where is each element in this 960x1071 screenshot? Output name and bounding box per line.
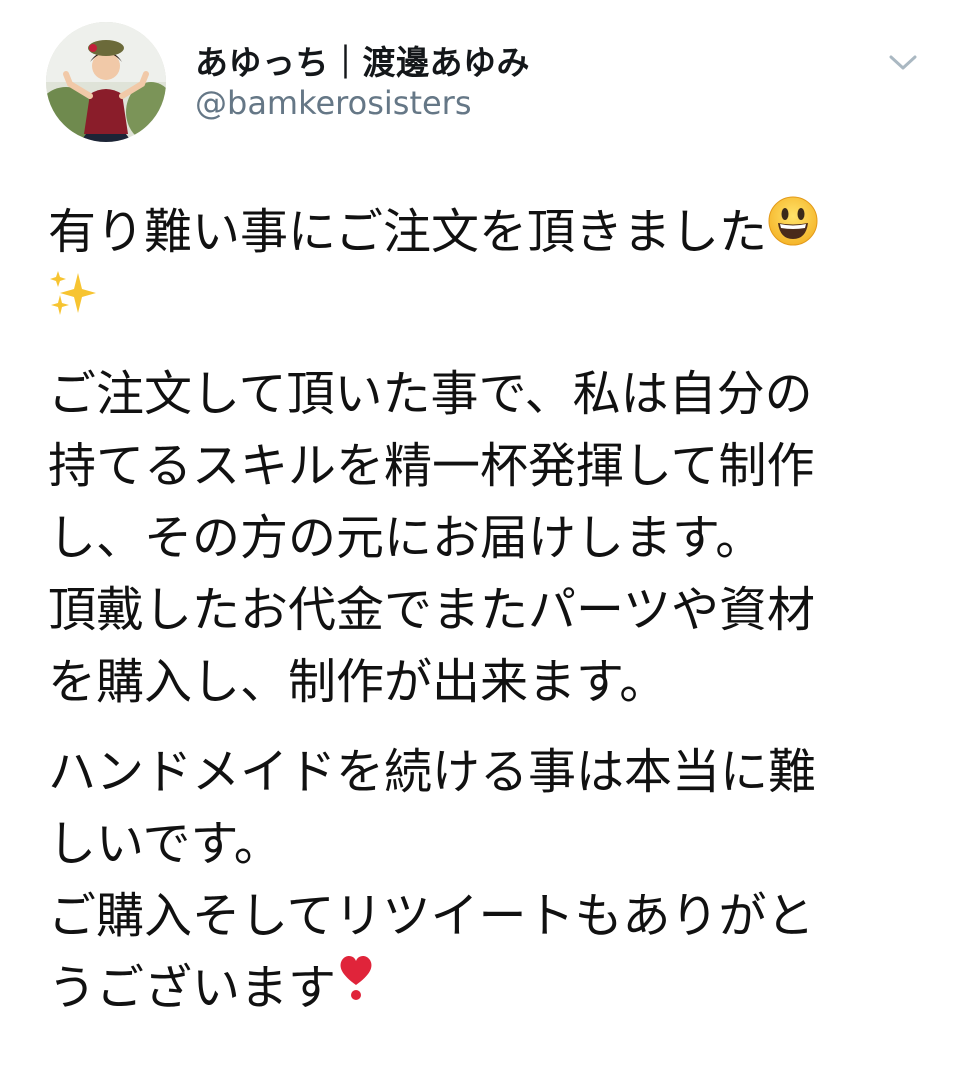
tweet-line: ハンドメイドを続ける事は本当に難 [48,744,817,800]
tweet-text: 有り難い事にご注文を頂きました ご注文して頂いた事で、私は自分の 持てるスキルを… [48,196,928,1024]
tweet-line-text: 有り難い事にご注文を頂きました [48,204,768,260]
grinning-face-emoji-icon [767,195,819,267]
tweet-line: を購入し、制作が出来ます。 [48,654,668,710]
tweet-line: 頂戴したお代金でまたパーツや資材 [48,582,816,638]
heart-exclamation-emoji-icon [336,951,376,1023]
display-name[interactable]: あゆっち｜渡邊あゆみ [195,36,530,84]
sparkles-emoji-icon [48,267,100,339]
tweet-line: 有り難い事にご注文を頂きました [48,196,928,268]
tweet-header: あゆっち｜渡邊あゆみ @bamkerosisters [0,0,960,160]
tweet-line: 持てるスキルを精一杯発揮して制作 [48,438,815,494]
avatar-image [46,22,166,142]
tweet-paragraph: ハンドメイドを続ける事は本当に難 しいです。 ご購入そしてリツイートもありがと … [48,736,928,1024]
tweet-line-text: うございます [48,960,337,1016]
tweet-line: ご購入そしてリツイートもありがと [48,888,815,944]
tweet-line [48,268,928,340]
avatar[interactable] [46,22,166,142]
tweet-line: ご注文して頂いた事で、私は自分の [48,366,813,422]
user-handle[interactable]: @bamkerosisters [195,84,472,122]
tweet-line: うございます [48,952,928,1024]
tweet-paragraph: ご注文して頂いた事で、私は自分の 持てるスキルを精一杯発揮して制作 し、その方の… [48,358,928,718]
tweet-line: しいです。 [48,816,282,872]
chevron-down-icon[interactable] [886,48,920,76]
tweet-paragraph: 有り難い事にご注文を頂きました [48,196,928,340]
tweet-line: し、その方の元にお届けします。 [48,510,764,566]
